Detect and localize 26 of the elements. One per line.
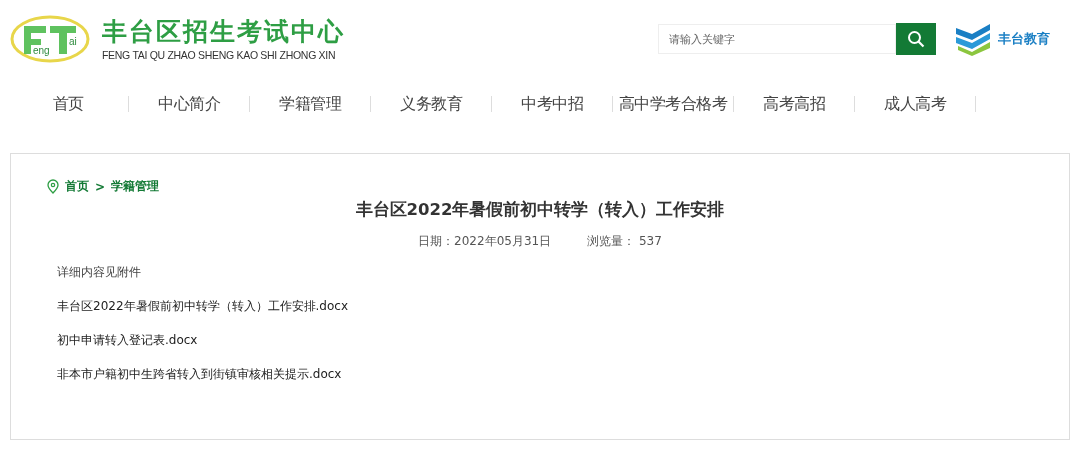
nav-link[interactable]: 成人高考 xyxy=(855,93,975,115)
attachment-link[interactable]: 丰台区2022年暑假前初中转学（转入）工作安排.docx xyxy=(57,299,348,313)
body-text: 详细内容见附件 xyxy=(57,264,142,281)
article-title: 丰台区2022年暑假前初中转学（转入）工作安排 xyxy=(354,199,726,221)
publish-date: 日期：2022年05月31日 xyxy=(418,233,552,250)
search-icon xyxy=(907,30,925,48)
partner-name: 丰台教育 xyxy=(998,30,1050,48)
nav-link[interactable]: 高中学考合格考 xyxy=(613,93,733,115)
search-field[interactable]: 请输入关键字 xyxy=(658,24,896,54)
nav-link[interactable]: 学籍管理 xyxy=(250,93,370,115)
nav-link[interactable]: 首页 xyxy=(8,93,128,115)
breadcrumb-link[interactable]: 首页 xyxy=(65,178,89,195)
attachment-link[interactable]: 初中申请转入登记表.docx xyxy=(57,333,198,347)
logo-icon: eng ai xyxy=(10,14,90,64)
attachment-link[interactable]: 非本市户籍初中生跨省转入到街镇审核相关提示.docx xyxy=(57,367,342,381)
search-button[interactable] xyxy=(896,23,936,55)
nav-link[interactable]: 中心简介 xyxy=(129,93,249,115)
nav-link[interactable]: 中考中招 xyxy=(492,93,612,115)
nav-link[interactable]: 高考高招 xyxy=(734,93,854,115)
site-title: 丰台区招生考试中心 xyxy=(102,17,345,47)
location-pin-icon xyxy=(47,179,59,194)
site-subtitle: FENG TAI QU ZHAO SHENG KAO SHI ZHONG XIN xyxy=(102,49,337,61)
breadcrumb-separator: > xyxy=(95,179,106,194)
view-count: 浏览量： 537 xyxy=(587,233,662,250)
breadcrumb-link[interactable]: 学籍管理 xyxy=(111,178,160,195)
nav-link[interactable]: 义务教育 xyxy=(371,93,491,115)
